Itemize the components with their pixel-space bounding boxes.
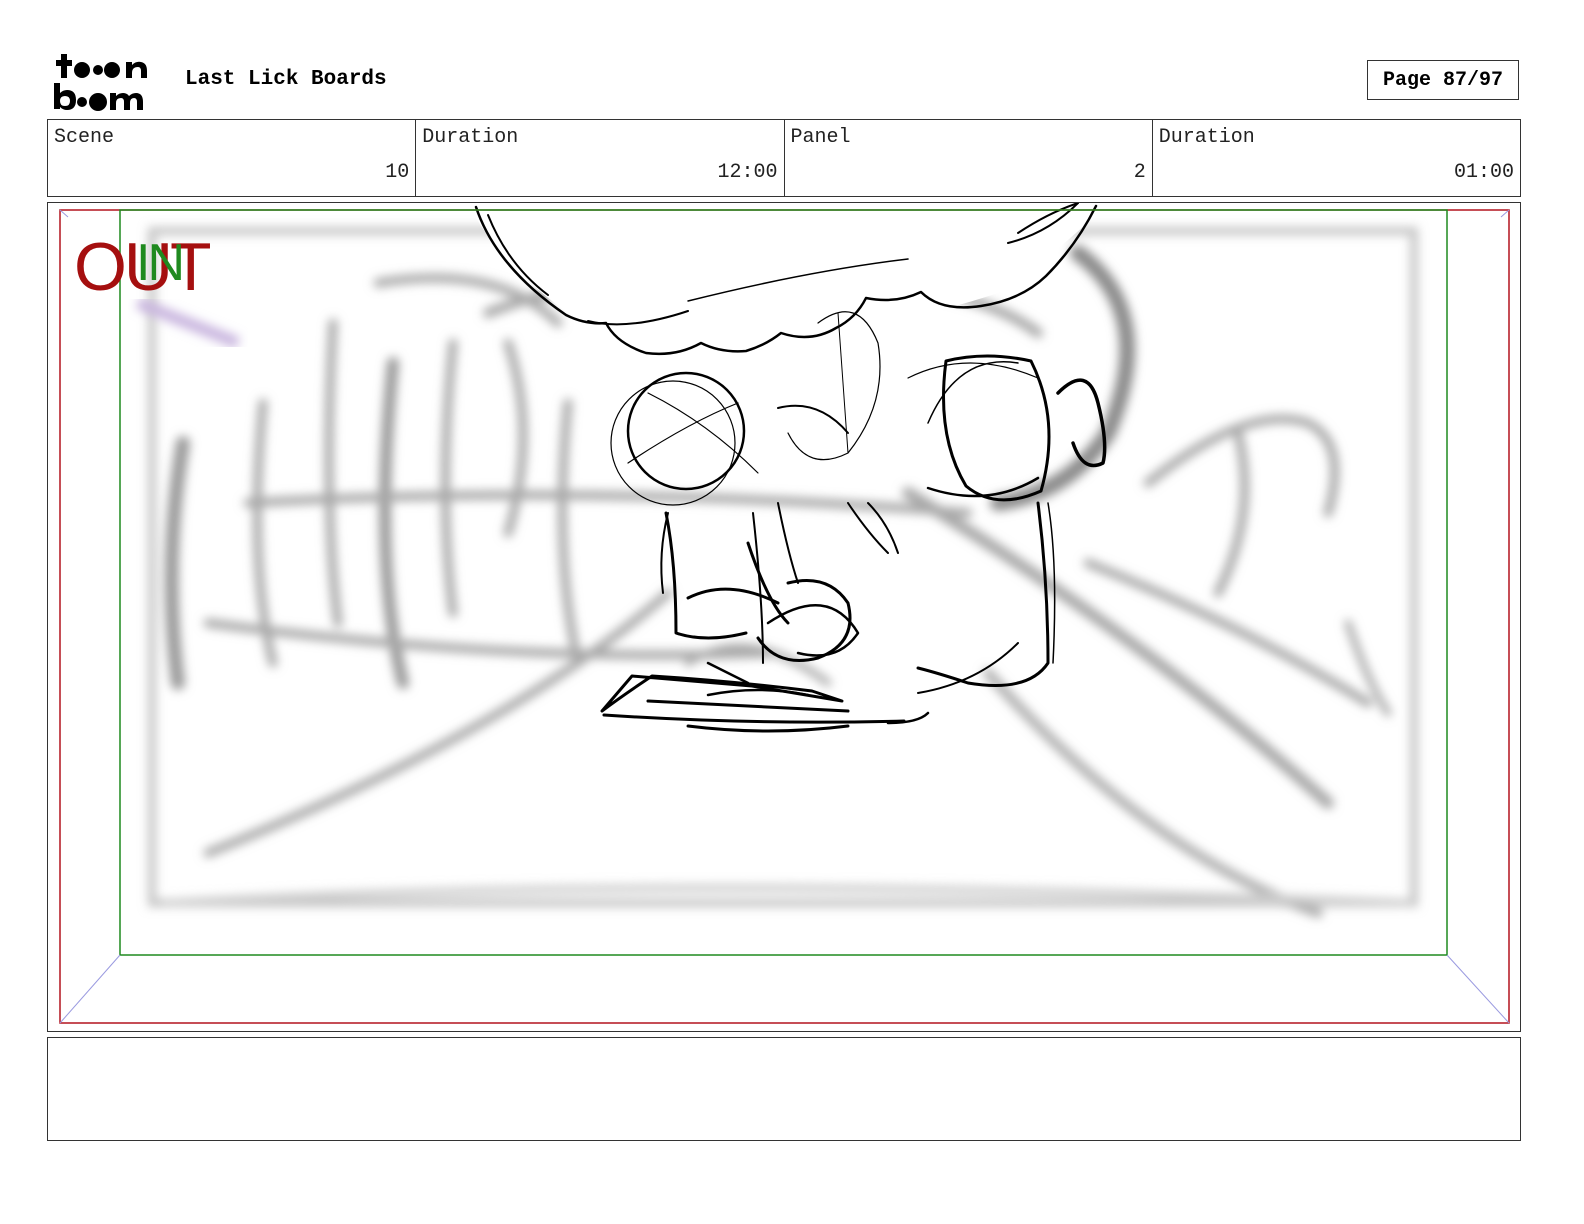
storyboard-panel-image: OUT IN (47, 202, 1521, 1032)
scene-duration-label: Duration (422, 126, 519, 149)
panel-duration-cell: Duration 01:00 (1153, 120, 1520, 196)
panel-duration-value: 01:00 (1453, 161, 1514, 184)
scene-cell: Scene 10 (48, 120, 417, 196)
panel-cell: Panel 2 (785, 120, 1153, 196)
project-title: Last Lick Boards (185, 68, 387, 91)
page-indicator: Page 87/97 (1367, 60, 1519, 100)
panel-duration-label: Duration (1158, 126, 1255, 149)
in-label: IN (136, 234, 185, 292)
panel-info-bar: Scene 10 Duration 12:00 Panel 2 Duration… (47, 119, 1521, 197)
page-label: Page 87/97 (1382, 68, 1504, 92)
toon-boom-logo (54, 54, 147, 111)
scene-value: 10 (385, 161, 410, 184)
panel-label: Panel (790, 126, 851, 149)
panel-notes-box (47, 1037, 1521, 1141)
scene-duration-cell: Duration 12:00 (416, 120, 785, 196)
panel-value: 2 (1133, 161, 1146, 184)
panel-sketch (59, 203, 1510, 1024)
scene-duration-value: 12:00 (717, 161, 778, 184)
scene-label: Scene (54, 126, 115, 149)
